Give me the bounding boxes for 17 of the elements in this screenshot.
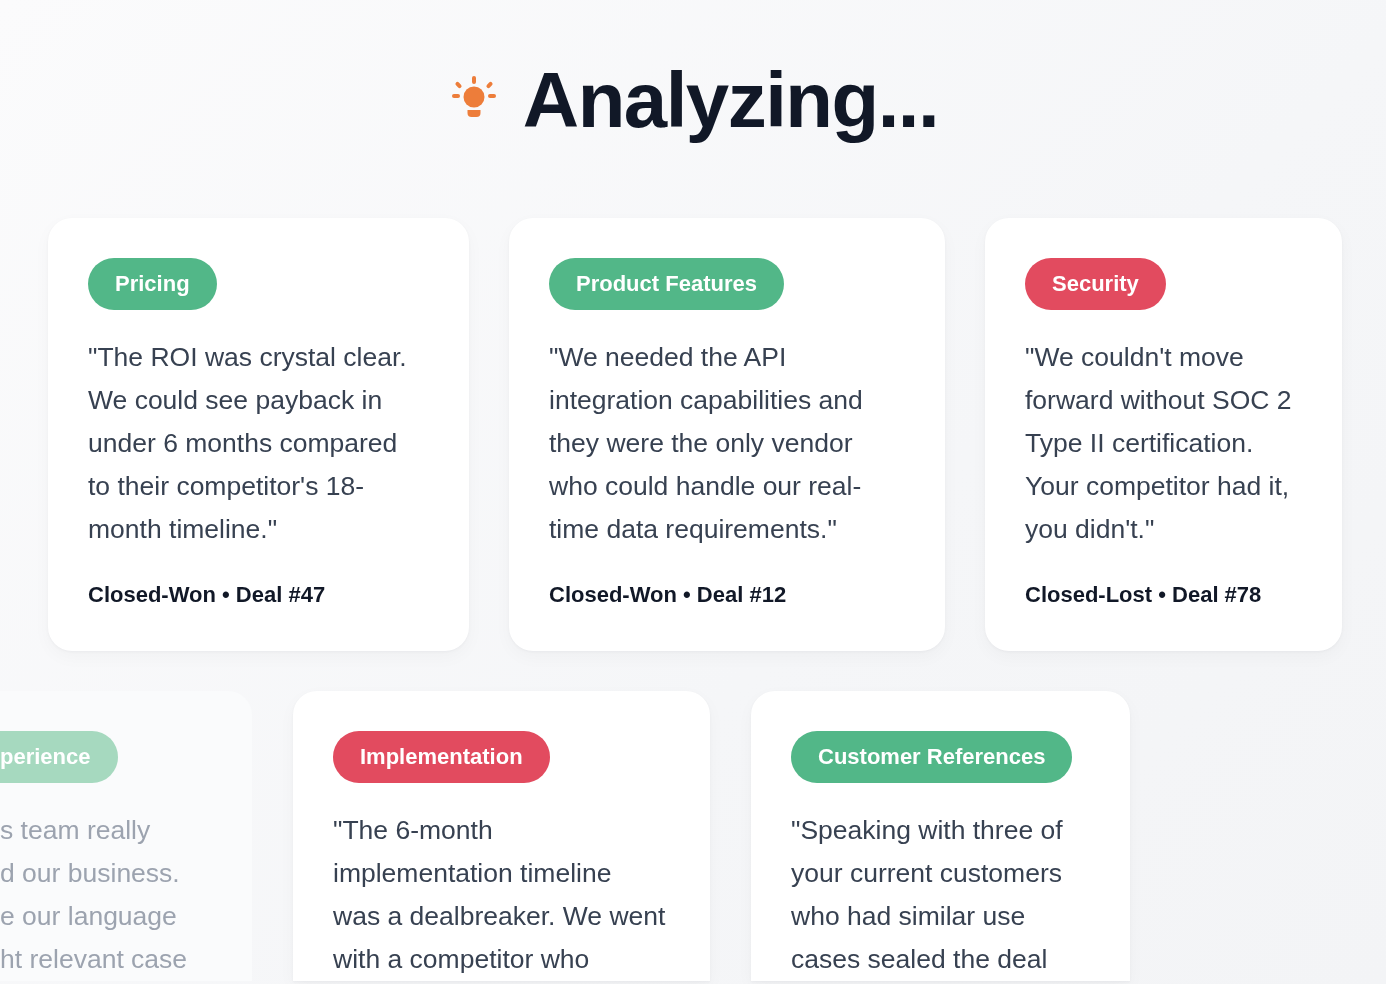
quote-text: s team really d our business. e our language ht relevant case: [0, 814, 188, 976]
category-tag: Implementation: [333, 731, 550, 783]
quote-text: "The ROI was crystal clear. We could see payback in under 6 months compared to their competitor's 18- month timeline.": [88, 341, 407, 546]
lightbulb-icon: [451, 76, 496, 120]
deal-info: Closed-Won • Deal #12: [549, 581, 787, 609]
category-tag: Customer References: [791, 731, 1073, 783]
deal-info: Closed-Lost • Deal #78: [1025, 581, 1262, 609]
quote-text: "Speaking with three of your current customers who had similar use cases sealed the deal: [791, 814, 1063, 976]
quote-text: "We couldn't move forward without SOC 2 Type II certification. Your competitor had it, you didn't.": [1025, 341, 1292, 546]
category-tag: perience: [0, 731, 118, 783]
quote-text: "We needed the API integration capabilities and they were the only vendor who could handle our real- time data requirements.": [549, 341, 863, 546]
category-tag: Product Features: [549, 258, 784, 310]
category-tag: Pricing: [88, 258, 217, 310]
category-tag: Security: [1025, 258, 1166, 310]
quote-text: "The 6-month implementation timeline was a dealbreaker. We went with a competitor who: [333, 814, 666, 976]
deal-info: Closed-Won • Deal #47: [88, 581, 326, 609]
page-title: Analyzing...: [522, 55, 939, 146]
